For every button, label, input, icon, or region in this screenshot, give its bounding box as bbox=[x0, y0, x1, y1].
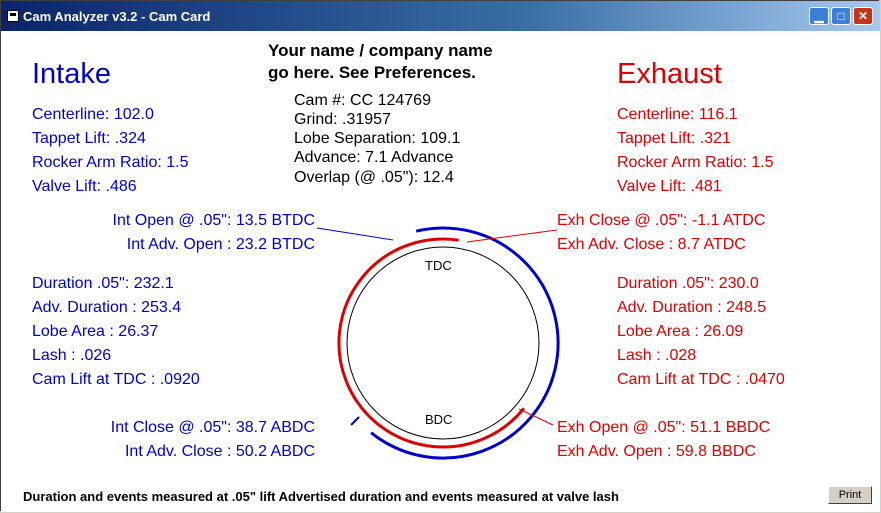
company-line-2: go here. See Preferences. bbox=[268, 63, 476, 82]
crank-circle bbox=[346, 246, 540, 440]
title-bar[interactable]: Cam Analyzer v3.2 - Cam Card ▁ □ ✕ bbox=[1, 1, 880, 31]
cam-overlap: Overlap (@ .05"): 12.4 bbox=[294, 169, 454, 186]
exhaust-open: Exh Open @ .05": 51.1 BBDC bbox=[557, 419, 771, 436]
intake-tappet-lift: Tappet Lift: .324 bbox=[32, 130, 146, 147]
app-icon[interactable] bbox=[7, 10, 19, 22]
exhaust-lobe-area: Lobe Area : 26.09 bbox=[617, 323, 744, 340]
exhaust-cam-lift-tdc: Cam Lift at TDC : .0470 bbox=[617, 371, 785, 388]
intake-adv-close: Int Adv. Close : 50.2 ABDC bbox=[124, 443, 315, 460]
intake-close: Int Close @ .05": 38.7 ABDC bbox=[110, 419, 315, 436]
intake-centerline: Centerline: 102.0 bbox=[32, 106, 154, 123]
exhaust-duration: Duration .05": 230.0 bbox=[617, 275, 759, 292]
intake-duration: Duration .05": 232.1 bbox=[32, 275, 174, 292]
intake-open-leader bbox=[316, 227, 394, 241]
exhaust-close-leader bbox=[466, 229, 558, 243]
tdc-label: TDC bbox=[425, 258, 452, 273]
cam-card-content: Intake Exhaust Your name / company name … bbox=[1, 31, 880, 512]
exhaust-adv-duration: Adv. Duration : 248.5 bbox=[617, 299, 767, 316]
close-icon[interactable]: ✕ bbox=[853, 7, 873, 25]
intake-lash: Lash : .026 bbox=[32, 347, 112, 364]
exhaust-tappet-lift: Tappet Lift: .321 bbox=[617, 130, 731, 147]
footer-note: Duration and events measured at .05" lif… bbox=[23, 489, 619, 504]
company-line-1: Your name / company name bbox=[268, 41, 493, 60]
cam-advance: Advance: 7.1 Advance bbox=[294, 149, 454, 166]
cam-grind: Grind: .31957 bbox=[294, 111, 391, 128]
intake-heading: Intake bbox=[32, 58, 111, 90]
exhaust-adv-open: Exh Adv. Open : 59.8 BBDC bbox=[557, 443, 756, 460]
exhaust-heading: Exhaust bbox=[617, 58, 722, 90]
intake-duration-arc bbox=[370, 226, 560, 460]
print-button[interactable]: Print bbox=[828, 486, 872, 504]
exhaust-centerline: Centerline: 116.1 bbox=[617, 106, 738, 123]
intake-close-leader bbox=[350, 416, 360, 426]
bdc-label: BDC bbox=[425, 412, 453, 427]
intake-rocker-ratio: Rocker Arm Ratio: 1.5 bbox=[32, 154, 189, 171]
window-title: Cam Analyzer v3.2 - Cam Card bbox=[23, 9, 211, 24]
cam-number: Cam #: CC 124769 bbox=[294, 92, 431, 109]
exhaust-adv-close: Exh Adv. Close : 8.7 ATDC bbox=[557, 236, 746, 253]
intake-cam-lift-tdc: Cam Lift at TDC : .0920 bbox=[32, 371, 200, 388]
lobe-separation: Lobe Separation: 109.1 bbox=[294, 130, 461, 147]
intake-open: Int Open @ .05": 13.5 BTDC bbox=[112, 212, 315, 229]
minimize-icon[interactable]: ▁ bbox=[809, 7, 829, 25]
exhaust-close: Exh Close @ .05": -1.1 ATDC bbox=[557, 212, 766, 229]
exhaust-valve-lift: Valve Lift: .481 bbox=[617, 178, 722, 195]
intake-adv-open: Int Adv. Open : 23.2 BTDC bbox=[126, 236, 315, 253]
intake-valve-lift: Valve Lift: .486 bbox=[32, 178, 137, 195]
intake-adv-duration: Adv. Duration : 253.4 bbox=[32, 299, 182, 316]
maximize-icon[interactable]: □ bbox=[831, 7, 851, 25]
exhaust-rocker-ratio: Rocker Arm Ratio: 1.5 bbox=[617, 154, 774, 171]
intake-lobe-area: Lobe Area : 26.37 bbox=[32, 323, 159, 340]
cam-card-window: Cam Analyzer v3.2 - Cam Card ▁ □ ✕ Intak… bbox=[0, 0, 880, 512]
exhaust-lash: Lash : .028 bbox=[617, 347, 697, 364]
